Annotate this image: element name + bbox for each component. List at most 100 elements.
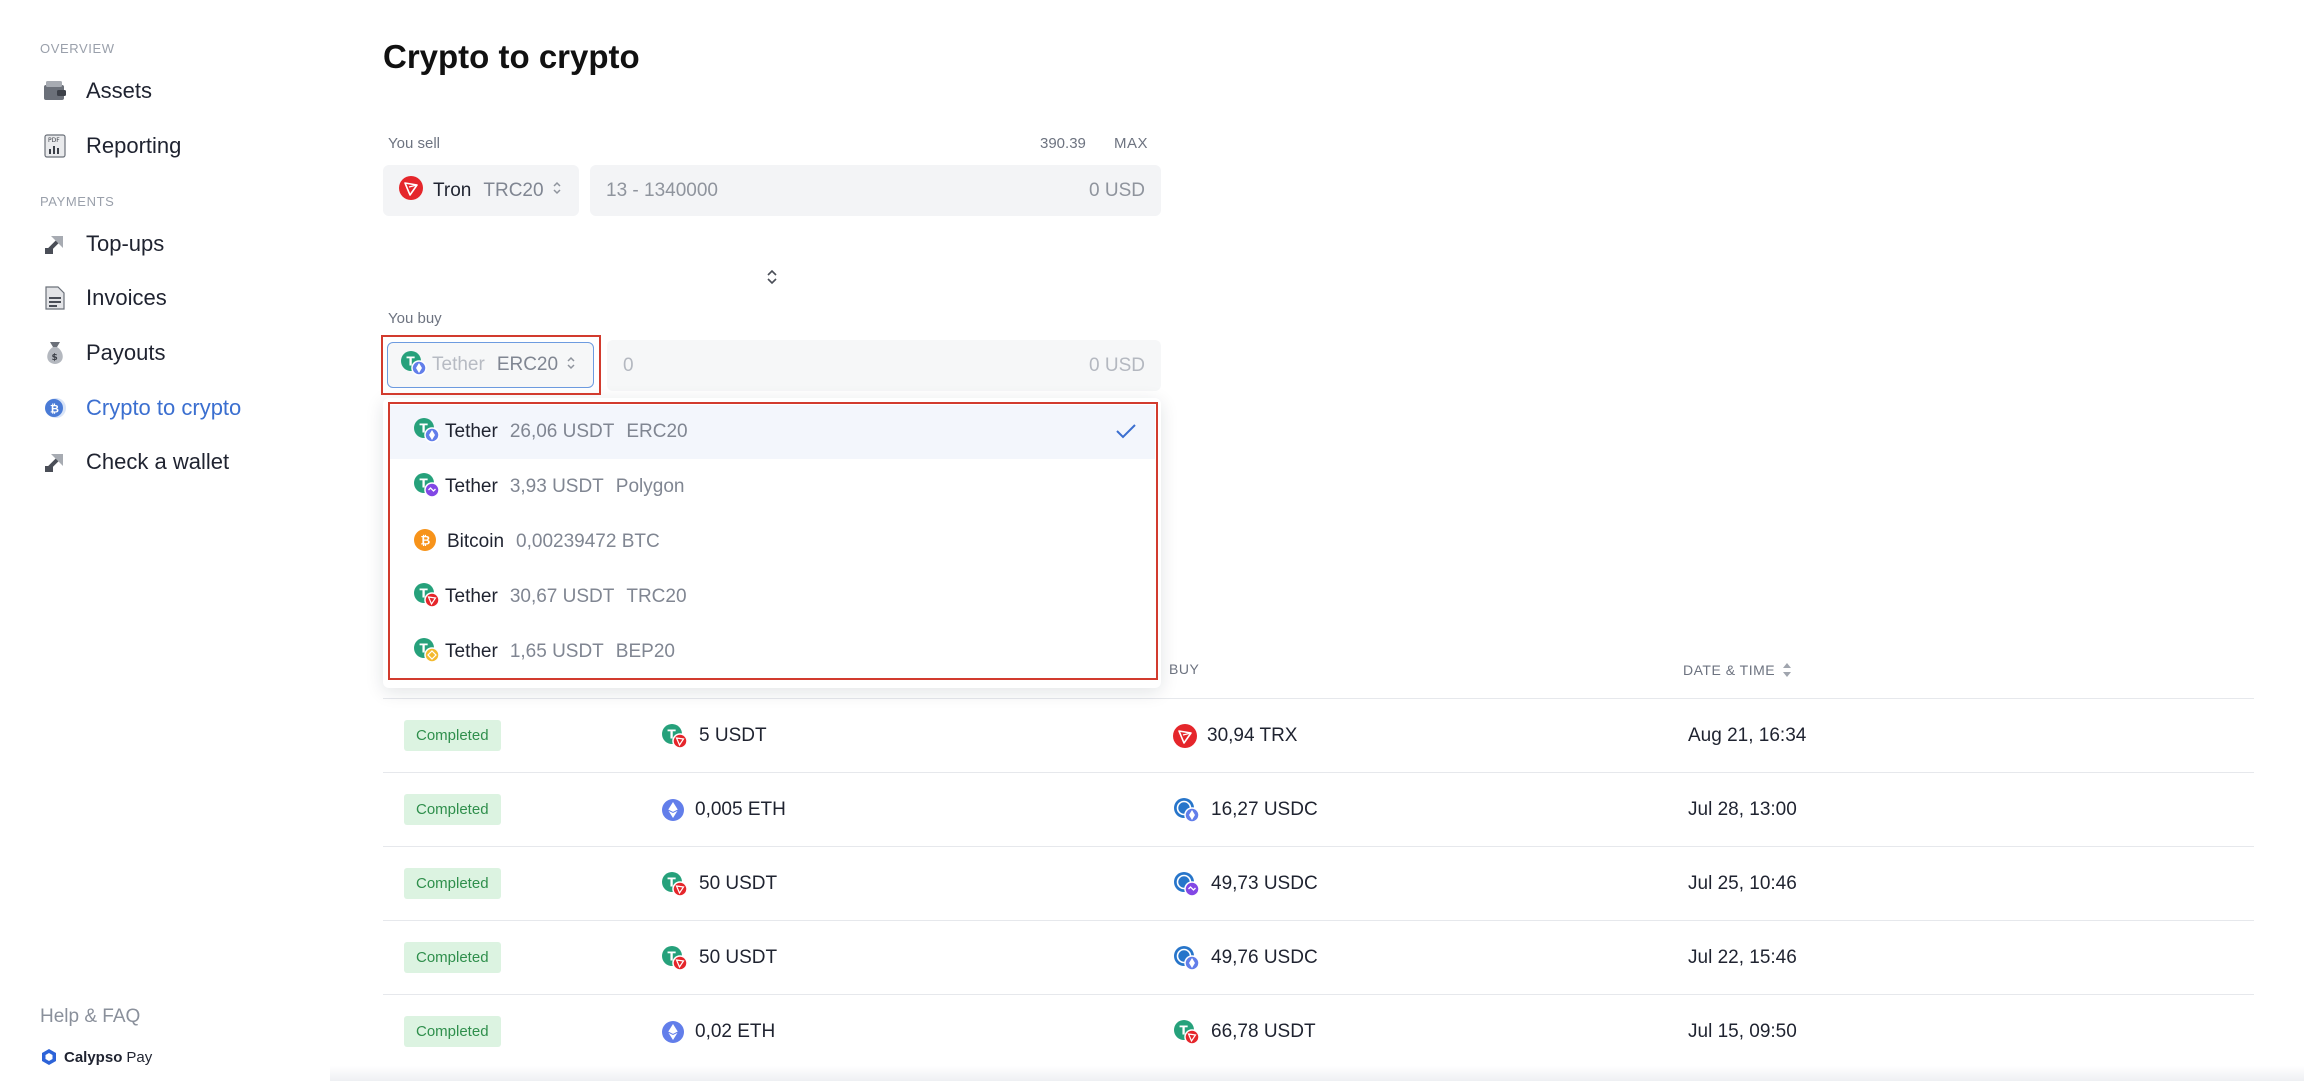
section-label-payments: PAYMENTS <box>40 194 115 209</box>
table-row[interactable]: Completed 0,005 ETH 16,27 USDC Jul 28, 1… <box>383 772 2254 846</box>
dropdown-option-tether-bep20[interactable]: T Tether 1,65 USDT BEP20 <box>389 625 1155 679</box>
sidebar-item-label: Assets <box>86 78 153 103</box>
date-time: Aug 21, 16:34 <box>1688 725 1807 746</box>
arrow-in-icon <box>40 229 70 259</box>
column-header-buy: BUY <box>1169 661 1200 677</box>
buy-amount: 30,94 TRX <box>1207 725 1298 746</box>
svg-text:₿: ₿ <box>50 403 59 416</box>
tether-trc20-icon: T <box>413 582 441 613</box>
checkmark-icon <box>1115 422 1137 445</box>
dropdown-option-tether-erc20[interactable]: T Tether 26,06 USDT ERC20 <box>389 405 1155 459</box>
buy-amount: 16,27 USDC <box>1211 799 1318 820</box>
chevron-up-down-icon <box>552 180 562 201</box>
tron-icon <box>399 176 423 205</box>
sell-amount: 50 USDT <box>699 873 778 894</box>
buy-coin-network: ERC20 <box>496 354 559 375</box>
dropdown-option-tether-trc20[interactable]: T Tether 30,67 USDT TRC20 <box>389 570 1155 624</box>
date-time: Jul 22, 15:46 <box>1688 947 1797 968</box>
svg-text:₿: ₿ <box>421 533 431 547</box>
swap-direction-button[interactable] <box>763 265 781 289</box>
money-bag-icon: $ <box>40 338 70 368</box>
table-row[interactable]: Completed T 50 USDT 49,73 USDC Jul 25, 1… <box>383 846 2254 920</box>
sell-coin-select[interactable]: Tron TRC20 <box>383 165 579 216</box>
option-name: Tether <box>445 421 498 442</box>
calypso-logo-icon <box>42 1049 56 1065</box>
section-label-overview: OVERVIEW <box>40 41 115 56</box>
option-network: Polygon <box>615 476 685 497</box>
option-amount: 1,65 USDT <box>509 641 604 662</box>
sell-amount: 0,02 ETH <box>695 1021 776 1042</box>
tron-icon <box>1173 724 1197 748</box>
option-name: Tether <box>445 476 498 497</box>
sidebar-item-label: Payouts <box>86 340 166 365</box>
status-badge: Completed <box>404 942 501 973</box>
sidebar-item-assets[interactable]: Assets <box>40 69 300 113</box>
ethereum-icon <box>661 798 685 822</box>
document-icon <box>40 283 70 313</box>
buy-amount-input[interactable]: 0 0 USD <box>607 340 1161 391</box>
column-header-label: DATE & TIME <box>1683 662 1776 678</box>
status-badge: Completed <box>404 794 501 825</box>
sidebar-item-invoices[interactable]: Invoices <box>40 276 300 320</box>
sell-amount: 50 USDT <box>699 947 778 968</box>
tether-trc20-icon: T <box>1173 1019 1201 1045</box>
brand-name: Calypso <box>64 1048 123 1066</box>
swap-arrows-icon <box>767 269 777 285</box>
option-name: Bitcoin <box>447 531 505 552</box>
usdc-erc20-icon <box>1173 797 1201 823</box>
arrow-check-icon <box>40 447 70 477</box>
sell-amount-placeholder: 13 - 1340000 <box>606 179 718 201</box>
buy-coin-name: Tether <box>432 354 485 375</box>
sell-amount: 5 USDT <box>699 725 767 746</box>
table-row[interactable]: Completed 0,02 ETH T 66,78 USDT Jul 15, … <box>383 994 2254 1068</box>
sidebar-item-crypto-to-crypto[interactable]: ₿ Crypto to crypto <box>40 386 300 430</box>
brand-suffix: Pay <box>126 1048 153 1066</box>
option-name: Tether <box>445 641 498 662</box>
tether-bep20-icon: T <box>413 637 441 668</box>
svg-text:$: $ <box>52 353 58 363</box>
sell-amount-input[interactable]: 13 - 1340000 0 USD <box>590 165 1161 216</box>
option-amount: 0,00239472 BTC <box>516 531 660 552</box>
brand-logo: Calypso Pay <box>40 1048 152 1066</box>
sidebar-item-label: Reporting <box>86 133 182 158</box>
dropdown-option-bitcoin[interactable]: ₿ Bitcoin 0,00239472 BTC <box>389 515 1155 569</box>
bitcoin-icon: ₿ <box>413 528 437 557</box>
date-time: Jul 15, 09:50 <box>1688 1021 1797 1042</box>
sell-amount-usd: 0 USD <box>1089 179 1145 201</box>
page-title: Crypto to crypto <box>383 38 640 75</box>
sidebar-item-top-ups[interactable]: Top-ups <box>40 222 300 266</box>
column-header-date-time[interactable]: DATE & TIME <box>1683 661 1793 679</box>
sidebar-item-check-a-wallet[interactable]: Check a wallet <box>40 440 300 484</box>
date-time: Jul 25, 10:46 <box>1688 873 1797 894</box>
help-faq-link[interactable]: Help & FAQ <box>40 1006 140 1028</box>
sidebar-item-label: Crypto to crypto <box>86 395 242 420</box>
buy-amount: 49,76 USDC <box>1211 947 1318 968</box>
tether-polygon-icon: T <box>413 472 441 503</box>
option-amount: 26,06 USDT <box>509 421 615 442</box>
sidebar-item-label: Invoices <box>86 285 167 310</box>
sort-icon <box>1783 663 1792 677</box>
max-button[interactable]: MAX <box>1114 135 1148 152</box>
status-badge: Completed <box>404 1016 501 1047</box>
option-network: ERC20 <box>626 421 688 442</box>
option-amount: 3,93 USDT <box>509 476 604 497</box>
status-badge: Completed <box>404 720 501 751</box>
buy-label: You buy <box>388 310 442 327</box>
buy-coin-select[interactable]: T Tether ERC20 <box>387 342 594 388</box>
option-network: BEP20 <box>615 641 675 662</box>
buy-amount-usd: 0 USD <box>1089 354 1145 376</box>
sell-balance: 390.39 <box>1040 135 1086 152</box>
usdc-polygon-icon <box>1173 871 1201 897</box>
table-row[interactable]: Completed T 5 USDT 30,94 TRX Aug 21, 16:… <box>383 698 2254 772</box>
sell-amount: 0,005 ETH <box>695 799 786 820</box>
sidebar-item-reporting[interactable]: PDF Reporting <box>40 124 300 168</box>
sell-label: You sell <box>388 135 440 152</box>
table-row[interactable]: Completed T 50 USDT 49,76 USDC Jul 22, 1… <box>383 920 2254 994</box>
sidebar: OVERVIEW Assets PDF Reporting PAYMENTS T… <box>0 0 330 1081</box>
sidebar-item-payouts[interactable]: $ Payouts <box>40 331 300 375</box>
coin-dropdown-menu: T Tether 26,06 USDT ERC20 T Tether 3,93 … <box>383 398 1161 688</box>
option-network: TRC20 <box>626 586 687 607</box>
status-badge: Completed <box>404 868 501 899</box>
dropdown-option-tether-polygon[interactable]: T Tether 3,93 USDT Polygon <box>389 460 1155 514</box>
wallet-icon <box>40 76 70 106</box>
